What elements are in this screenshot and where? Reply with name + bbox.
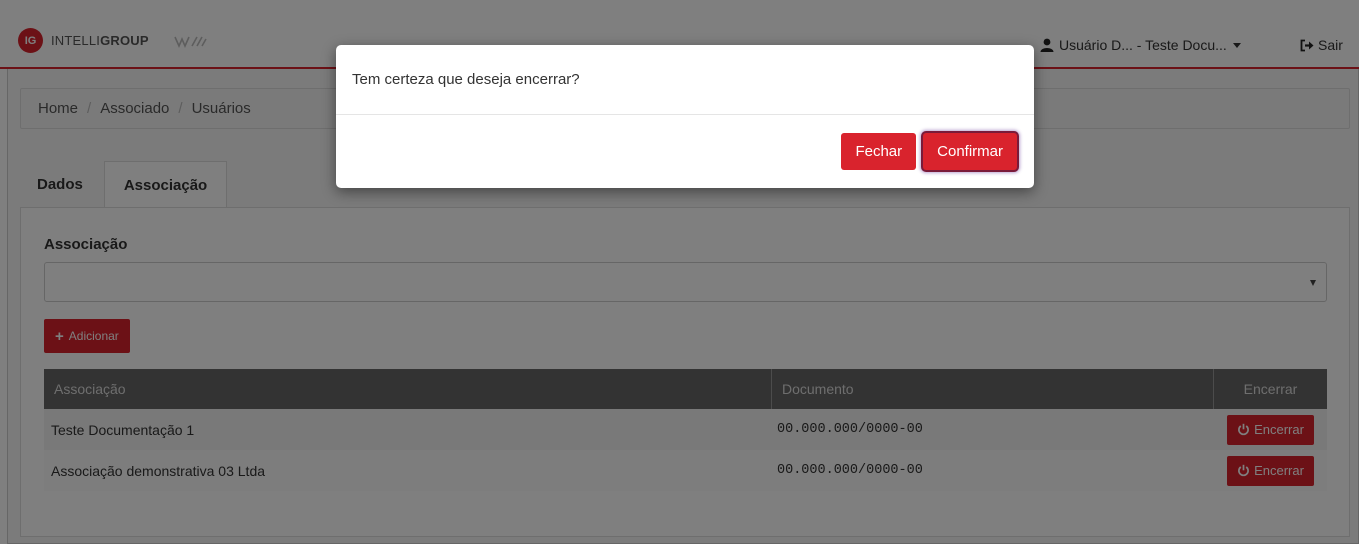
close-button[interactable]: Fechar xyxy=(841,133,917,170)
dialog-footer: Fechar Confirmar xyxy=(336,115,1034,188)
confirm-button[interactable]: Confirmar xyxy=(923,133,1017,170)
confirm-dialog: Tem certeza que deseja encerrar? Fechar … xyxy=(336,45,1034,188)
dialog-message: Tem certeza que deseja encerrar? xyxy=(352,71,580,88)
dialog-body: Tem certeza que deseja encerrar? xyxy=(336,45,1034,115)
